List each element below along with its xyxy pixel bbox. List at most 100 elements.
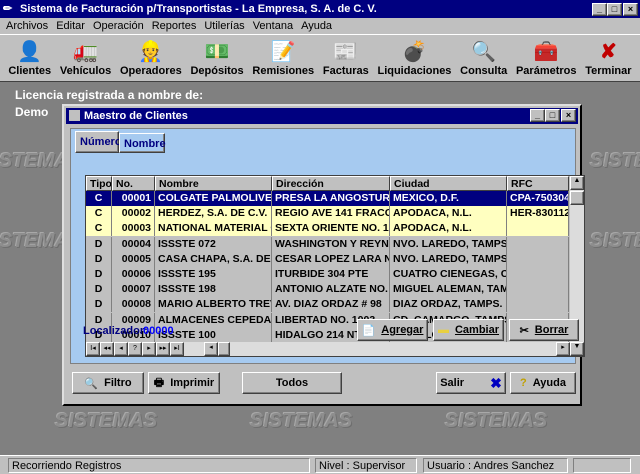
column-header-4[interactable]: Ciudad <box>390 176 507 191</box>
column-header-2[interactable]: Nombre <box>155 176 272 191</box>
cell: MIGUEL ALEMAN, TAMPS. <box>390 282 507 298</box>
column-header-5[interactable]: RFC <box>507 176 569 191</box>
table-row[interactable]: C 00002 HERDEZ, S.A. DE C.V. REGIO AVE 141 … <box>86 206 569 222</box>
delete-button[interactable]: ✂ Borrar <box>509 319 579 341</box>
cell: C <box>86 221 112 237</box>
cell: CESAR LOPEZ LARA No. 4 <box>272 251 390 267</box>
print-button[interactable]: 🖶 Imprimir <box>148 372 220 394</box>
new-document-icon: 📄 <box>361 324 376 337</box>
locator-label: Localizador: <box>83 325 148 337</box>
nav-button-3[interactable]: ? <box>128 342 142 356</box>
tab-nombre[interactable]: Nombre <box>119 133 166 153</box>
child-maximize-button[interactable]: □ <box>545 109 560 122</box>
exit-button[interactable]: Salir ✖ <box>436 372 506 394</box>
vehículos-label: Vehículos <box>59 65 112 77</box>
cell: APODACA, N.L. <box>390 221 507 237</box>
column-header-0[interactable]: Tipo <box>86 176 112 191</box>
hscroll-thumb[interactable] <box>218 342 230 356</box>
consulta-label: Consulta <box>460 65 508 77</box>
edit-label: Cambiar <box>454 324 500 336</box>
clientes-icon: 👤 <box>17 41 43 63</box>
record-navigator: I◂ ◂◂ ◂? ▸ ▸▸ ▸I ◂ ▸ ▼ <box>86 342 584 356</box>
nav-button-4[interactable]: ▸ <box>142 342 156 356</box>
cell: MARIO ALBERTO TREVIÑO <box>155 297 272 313</box>
column-header-3[interactable]: Dirección <box>272 176 390 191</box>
cell: NVO. LAREDO, TAMPS. <box>390 251 507 267</box>
menu-ayuda[interactable]: Ayuda <box>301 20 332 32</box>
child-minimize-button[interactable]: _ <box>530 109 545 122</box>
table-row[interactable]: D00005CASA CHAPA, S.A. DE C.VCESAR LOPEZ… <box>86 251 569 267</box>
scroll-up-button[interactable]: ▲ <box>570 176 584 190</box>
toolbar-operadores-button[interactable]: 👷 Operadores <box>120 35 182 81</box>
cell: 00002 <box>112 206 155 222</box>
dropdown-button[interactable]: ▼ <box>570 342 584 356</box>
cell: 00001 <box>112 191 155 206</box>
toolbar-liquidaciones-button[interactable]: 💣 Liquidaciones <box>377 35 451 81</box>
toolbar-facturas-button[interactable]: 📰 Facturas <box>323 35 369 81</box>
edit-button[interactable]: ▬ Cambiar <box>433 319 504 341</box>
cell: ISSSTE 072 <box>155 236 272 252</box>
watermark-text: SISTEMAS <box>590 150 640 172</box>
table-row[interactable]: D00004ISSSTE 072WASHINGTON Y REYNOSANVO.… <box>86 236 569 252</box>
cell: D <box>86 267 112 282</box>
minimize-button[interactable]: _ <box>592 3 607 16</box>
table-row[interactable]: C00003NATIONAL MATERIAL OF MSEXTA ORIENT… <box>86 221 569 237</box>
toolbar-consulta-button[interactable]: 🔍 Consulta <box>460 35 507 81</box>
scroll-thumb[interactable] <box>570 191 584 205</box>
table-row[interactable]: D00008MARIO ALBERTO TREVIÑOAV. DIAZ ORDA… <box>86 297 569 313</box>
column-header-1[interactable]: No. <box>112 176 155 191</box>
filter-button[interactable]: 🔍 Filtro <box>72 372 144 394</box>
vertical-scrollbar[interactable]: ▲ <box>570 176 584 342</box>
toolbar-vehículos-button[interactable]: 🚛 Vehículos <box>60 35 111 81</box>
nav-button-6[interactable]: ▸I <box>170 342 184 356</box>
toolbar-terminar-button[interactable]: ✘ Terminar <box>585 35 631 81</box>
liquidaciones-label: Liquidaciones <box>377 65 452 77</box>
add-button[interactable]: 📄 Agregar <box>357 319 428 341</box>
terminar-label: Terminar <box>585 65 632 77</box>
cell: D <box>86 236 112 252</box>
status-user: Usuario : Andres Sanchez <box>423 458 568 473</box>
child-close-button[interactable]: × <box>561 109 576 122</box>
close-x-icon: ✖ <box>490 374 502 391</box>
nav-button-1[interactable]: ◂◂ <box>100 342 114 356</box>
cell: REGIO AVE 141 FRACC. RE <box>272 206 390 222</box>
menu-archivos[interactable]: Archivos <box>6 20 48 32</box>
help-button[interactable]: ? Ayuda <box>510 372 576 394</box>
cell: CASA CHAPA, S.A. DE C.V <box>155 251 272 267</box>
help-label: Ayuda <box>532 377 566 389</box>
parámetros-icon: 🧰 <box>533 41 559 63</box>
facturas-label: Facturas <box>322 65 369 77</box>
menu-reportes[interactable]: Reportes <box>152 20 197 32</box>
remisiones-label: Remisiones <box>252 65 315 77</box>
menu-ventana[interactable]: Ventana <box>253 20 293 32</box>
menu-editar[interactable]: Editar <box>56 20 85 32</box>
facturas-icon: 📰 <box>333 41 359 63</box>
locator-value[interactable]: 00000 <box>143 325 174 337</box>
window-title: Sistema de Facturación p/Transportistas … <box>20 3 377 15</box>
toolbar-depósitos-button[interactable]: 💵 Depósitos <box>190 35 243 81</box>
menu-utilerías[interactable]: Utilerías <box>204 20 244 32</box>
watermark-text: SISTEMAS <box>250 410 353 432</box>
cell: WASHINGTON Y REYNOSA <box>272 236 390 252</box>
watermark-text: SISTEMAS <box>445 410 548 432</box>
menu-operación[interactable]: Operación <box>93 20 144 32</box>
nav-button-0[interactable]: I◂ <box>86 342 100 356</box>
tab-numero[interactable]: Número <box>75 131 122 153</box>
cell: 00003 <box>112 221 155 237</box>
scroll-right-button[interactable]: ▸ <box>556 342 570 356</box>
filter-icon: 🔍 <box>84 377 99 390</box>
maximize-button[interactable]: □ <box>607 3 622 16</box>
table-row[interactable]: D 00006 ISSSTE 195 ITURBIDE 304 PTE CUATRO C… <box>86 267 569 282</box>
nav-button-5[interactable]: ▸▸ <box>156 342 170 356</box>
toolbar-remisiones-button[interactable]: 📝 Remisiones <box>252 35 314 81</box>
table-row[interactable]: D00007ISSSTE 198ANTONIO ALZATE NO. 403MI… <box>86 282 569 298</box>
operadores-icon: 👷 <box>138 41 164 63</box>
toolbar-clientes-button[interactable]: 👤 Clientes <box>8 35 51 81</box>
toolbar-parámetros-button[interactable]: 🧰 Parámetros <box>516 35 577 81</box>
table-row[interactable]: C00001COLGATE PALMOLIVE, S.APRESA LA ANG… <box>86 191 569 206</box>
close-button[interactable]: × <box>623 3 638 16</box>
all-button[interactable]: Todos <box>242 372 342 394</box>
nav-button-2[interactable]: ◂ <box>114 342 128 356</box>
scroll-left-button[interactable]: ◂ <box>204 342 218 356</box>
cell <box>507 236 569 252</box>
